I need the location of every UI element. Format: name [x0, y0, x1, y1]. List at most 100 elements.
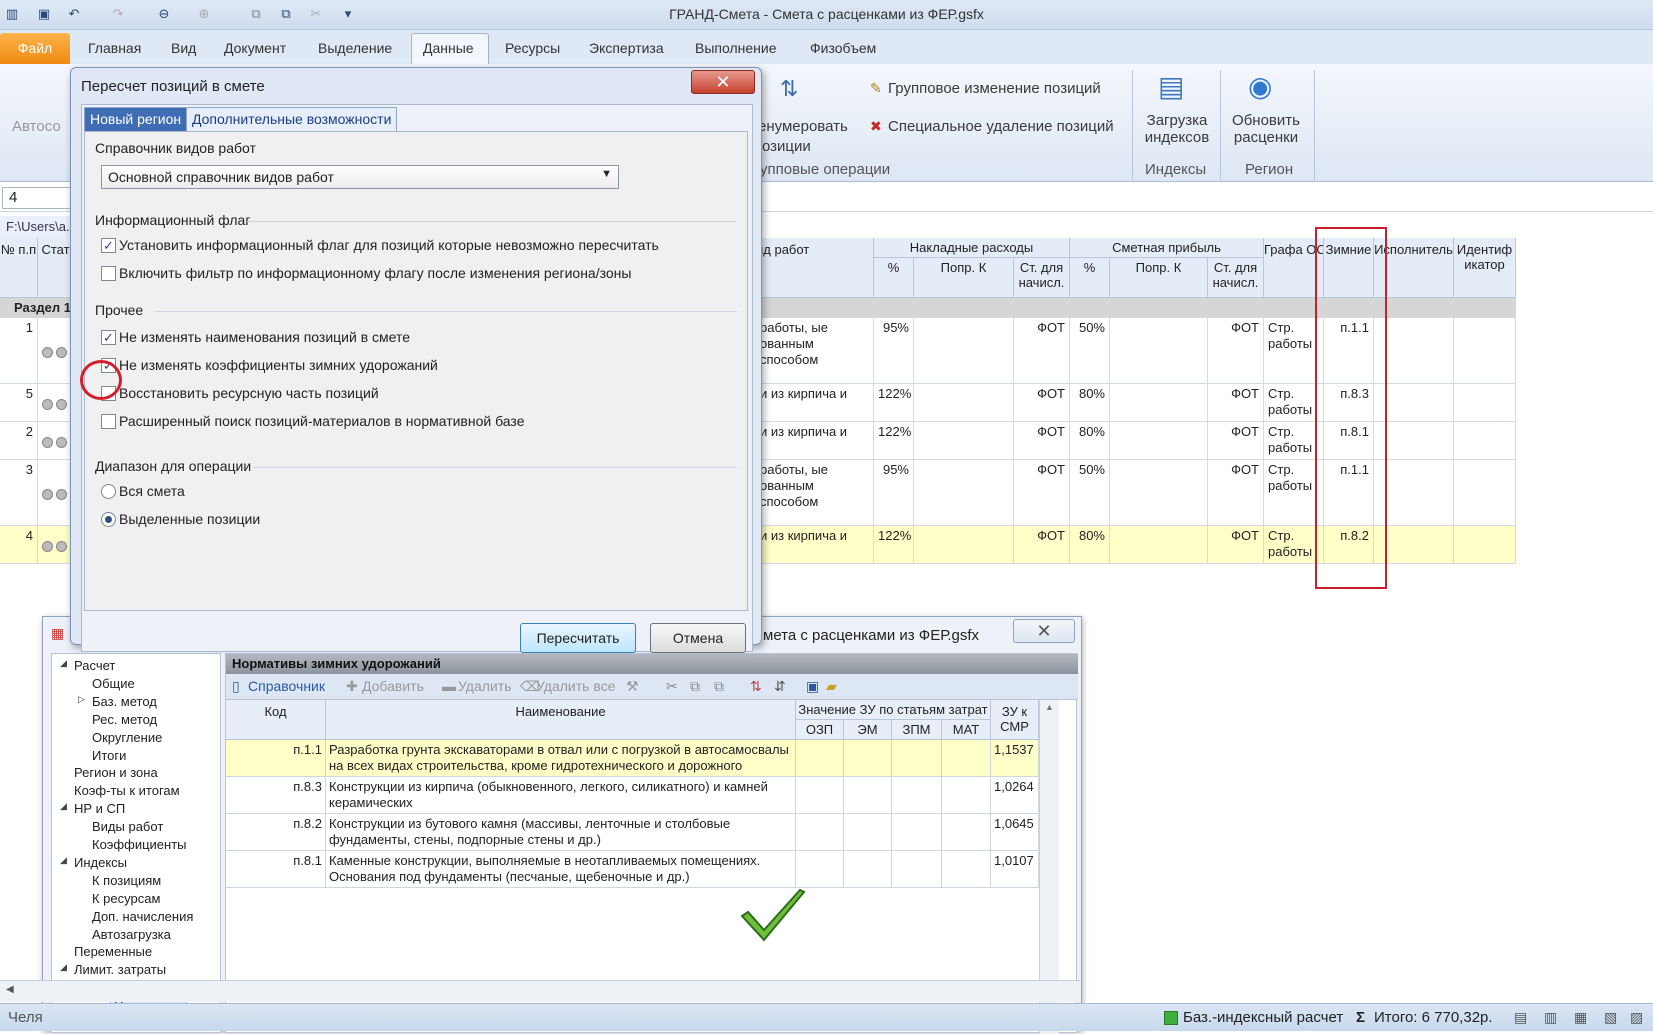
- cell-value-field[interactable]: 4: [2, 187, 72, 209]
- norm-ozp-cell[interactable]: [796, 740, 844, 777]
- row-work-cell[interactable]: и из кирпича и: [756, 384, 874, 422]
- handbook-button[interactable]: Справочник: [248, 678, 325, 694]
- norm-code-cell[interactable]: п.8.3: [226, 777, 326, 814]
- range-selected-radio[interactable]: [101, 512, 116, 527]
- tree-item[interactable]: НР и СП: [74, 801, 125, 816]
- header-profit[interactable]: Сметная прибыль: [1070, 238, 1264, 258]
- tree-item[interactable]: Коэффициенты: [92, 837, 187, 852]
- view-icon[interactable]: ▨: [1630, 1009, 1643, 1026]
- norm-em-cell[interactable]: [844, 814, 892, 851]
- row-profit-base-cell[interactable]: ФОТ: [1208, 460, 1264, 526]
- tree-item[interactable]: Регион и зона: [74, 765, 158, 780]
- row-overhead-pct-cell[interactable]: 95%: [874, 318, 914, 384]
- tree-item[interactable]: Автозагрузка: [92, 927, 171, 942]
- norm-zpm-cell[interactable]: [892, 777, 942, 814]
- header-ozp[interactable]: ОЗП: [796, 720, 844, 740]
- scroll-up-icon[interactable]: ▲: [1045, 702, 1054, 712]
- tree-expander-icon[interactable]: ◢: [60, 855, 67, 866]
- renumber-label[interactable]: енумеровать: [758, 118, 848, 135]
- tree-item[interactable]: К ресурсам: [92, 891, 160, 906]
- range-selected-label[interactable]: Выделенные позиции: [119, 511, 260, 527]
- row-profit-base-cell[interactable]: ФОТ: [1208, 422, 1264, 460]
- scroll-left-icon[interactable]: ◀: [6, 984, 14, 995]
- row-identifier-cell[interactable]: [1454, 318, 1516, 384]
- norm-value-cell[interactable]: 1,0645: [991, 814, 1039, 851]
- tab-physvolume[interactable]: Физобъем: [810, 40, 876, 56]
- norm-ozp-cell[interactable]: [796, 814, 844, 851]
- view-icon[interactable]: ▧: [1604, 1009, 1617, 1026]
- row-overhead-base-cell[interactable]: ФОТ: [1014, 526, 1070, 564]
- tools-icon[interactable]: ⚒: [626, 678, 639, 695]
- row-profit-corr-cell[interactable]: [1110, 460, 1208, 526]
- cancel-button[interactable]: Отмена: [650, 623, 746, 653]
- delete-button[interactable]: Удалить: [458, 678, 511, 694]
- row-overhead-base-cell[interactable]: ФОТ: [1014, 384, 1070, 422]
- row-profit-pct-cell[interactable]: 80%: [1070, 526, 1110, 564]
- info-filter-label[interactable]: Включить фильтр по информационному флагу…: [119, 265, 631, 281]
- view-icon[interactable]: ▦: [1574, 1009, 1587, 1026]
- tree-item[interactable]: Округление: [92, 730, 162, 745]
- file-tab[interactable]: Файл: [0, 33, 70, 64]
- header-zpm[interactable]: ЗПМ: [892, 720, 942, 740]
- norm-value-cell[interactable]: 1,0107: [991, 851, 1039, 888]
- header-status[interactable]: Стат: [38, 238, 74, 298]
- keep-names-checkbox[interactable]: ✓: [101, 330, 116, 345]
- tab-home[interactable]: Главная: [88, 40, 141, 56]
- norm-ozp-cell[interactable]: [796, 851, 844, 888]
- norm-mat-cell[interactable]: [942, 777, 991, 814]
- tree-item[interactable]: Итоги: [92, 748, 126, 763]
- row-profit-corr-cell[interactable]: [1110, 526, 1208, 564]
- header-overhead-pct[interactable]: %: [874, 258, 914, 298]
- folder-icon[interactable]: ▰: [826, 678, 837, 695]
- tree-item[interactable]: Рес. метод: [92, 712, 157, 727]
- header-profit-pct[interactable]: %: [1070, 258, 1110, 298]
- tab-resources[interactable]: Ресурсы: [505, 40, 560, 56]
- header-em[interactable]: ЭМ: [844, 720, 892, 740]
- row-work-cell[interactable]: работы, ые ованным способом: [756, 318, 874, 384]
- tree-expander-icon[interactable]: ▷: [78, 694, 85, 705]
- row-identifier-cell[interactable]: [1454, 384, 1516, 422]
- row-overhead-pct-cell[interactable]: 122%: [874, 422, 914, 460]
- header-num[interactable]: № п.п: [0, 238, 38, 298]
- sort-alpha-icon[interactable]: ⇵: [774, 678, 786, 695]
- row-num-cell[interactable]: 5: [0, 384, 38, 422]
- norm-value-cell[interactable]: 1,1537: [991, 740, 1039, 777]
- norm-mat-cell[interactable]: [942, 740, 991, 777]
- row-status-cell[interactable]: [38, 422, 74, 460]
- row-work-cell[interactable]: и из кирпича и: [756, 422, 874, 460]
- row-profit-base-cell[interactable]: ФОТ: [1208, 318, 1264, 384]
- header-name[interactable]: Наименование: [326, 700, 796, 740]
- tree-expander-icon[interactable]: ◢: [60, 962, 67, 973]
- row-num-cell[interactable]: 4: [0, 526, 38, 564]
- row-profit-pct-cell[interactable]: 50%: [1070, 460, 1110, 526]
- restore-resources-label[interactable]: Восстановить ресурсную часть позиций: [119, 385, 379, 401]
- header-zu-smr[interactable]: ЗУ к СМР: [991, 700, 1039, 740]
- tab-expertise[interactable]: Экспертиза: [589, 40, 664, 56]
- row-status-cell[interactable]: [38, 318, 74, 384]
- header-mat[interactable]: МАТ: [942, 720, 991, 740]
- row-profit-pct-cell[interactable]: 80%: [1070, 384, 1110, 422]
- row-overhead-corr-cell[interactable]: [914, 460, 1014, 526]
- norm-code-cell[interactable]: п.1.1: [226, 740, 326, 777]
- row-overhead-base-cell[interactable]: ФОТ: [1014, 460, 1070, 526]
- info-flag-checkbox[interactable]: ✓: [101, 238, 116, 253]
- update-prices-button[interactable]: Обновить расценки: [1228, 112, 1304, 146]
- norm-em-cell[interactable]: [844, 777, 892, 814]
- row-work-cell[interactable]: и из кирпича и: [756, 526, 874, 564]
- add-button[interactable]: Добавить: [362, 678, 424, 694]
- header-work[interactable]: ид работ: [756, 238, 874, 298]
- row-profit-pct-cell[interactable]: 80%: [1070, 422, 1110, 460]
- row-overhead-corr-cell[interactable]: [914, 318, 1014, 384]
- row-overhead-corr-cell[interactable]: [914, 384, 1014, 422]
- tree-item[interactable]: Индексы: [74, 855, 127, 870]
- norm-name-cell[interactable]: Конструкции из бутового камня (массивы, …: [326, 814, 796, 851]
- row-overhead-corr-cell[interactable]: [914, 526, 1014, 564]
- keep-winter-label[interactable]: Не изменять коэффициенты зимних удорожан…: [119, 357, 438, 373]
- row-num-cell[interactable]: 3: [0, 460, 38, 526]
- tab-document[interactable]: Документ: [224, 40, 286, 56]
- norm-ozp-cell[interactable]: [796, 777, 844, 814]
- norm-em-cell[interactable]: [844, 740, 892, 777]
- tree-item[interactable]: Доп. начисления: [92, 909, 193, 924]
- keep-names-label[interactable]: Не изменять наименования позиций в смете: [119, 329, 410, 345]
- info-filter-checkbox[interactable]: [101, 266, 116, 281]
